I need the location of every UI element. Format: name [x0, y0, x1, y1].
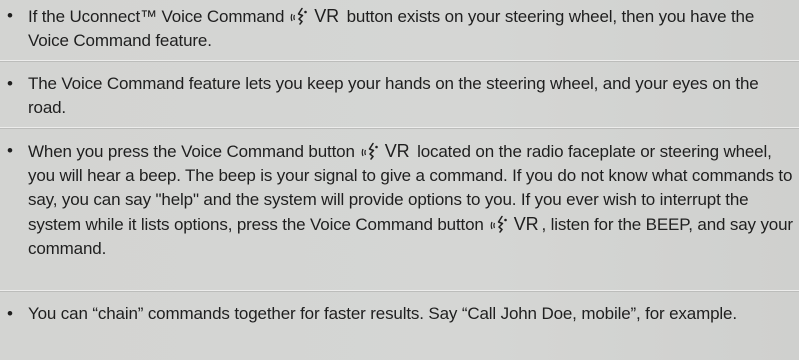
- list-item-text: The Voice Command feature lets you keep …: [28, 74, 759, 117]
- list-item: • When you press the Voice Command butto…: [7, 139, 793, 261]
- voice-command-icon: [490, 215, 507, 233]
- divider: [0, 127, 799, 129]
- page: • If the Uconnect™ Voice Command VR butto…: [0, 0, 799, 360]
- list-item: • You can “chain” commands together for …: [7, 302, 793, 326]
- bullet-dot: •: [7, 6, 13, 25]
- vr-label: VR: [384, 141, 410, 161]
- voice-command-icon: [290, 7, 308, 25]
- vr-button-symbol: VR: [490, 212, 539, 237]
- list-item-text: You can “chain” commands together for fa…: [28, 304, 737, 323]
- voice-command-icon: [361, 142, 378, 160]
- bullet-dot: •: [7, 304, 13, 323]
- bullet-dot: •: [7, 74, 13, 93]
- list-item: • The Voice Command feature lets you kee…: [7, 72, 793, 120]
- divider: [0, 60, 799, 62]
- list-item-text: When you press the Voice Command button V…: [28, 139, 793, 261]
- bullet-dot: •: [7, 141, 13, 160]
- divider: [0, 290, 799, 292]
- vr-label: VR: [513, 214, 539, 234]
- vr-button-symbol: VR: [361, 139, 410, 164]
- list-item: • If the Uconnect™ Voice Command VR butto…: [7, 4, 793, 53]
- vr-button-symbol: VR: [290, 4, 339, 29]
- item-text-before: When you press the Voice Command button: [28, 142, 355, 161]
- vr-label: VR: [314, 6, 340, 26]
- item-text-before: If the Uconnect™ Voice Command: [28, 7, 285, 26]
- list-item-text: If the Uconnect™ Voice Command VR button …: [28, 4, 793, 53]
